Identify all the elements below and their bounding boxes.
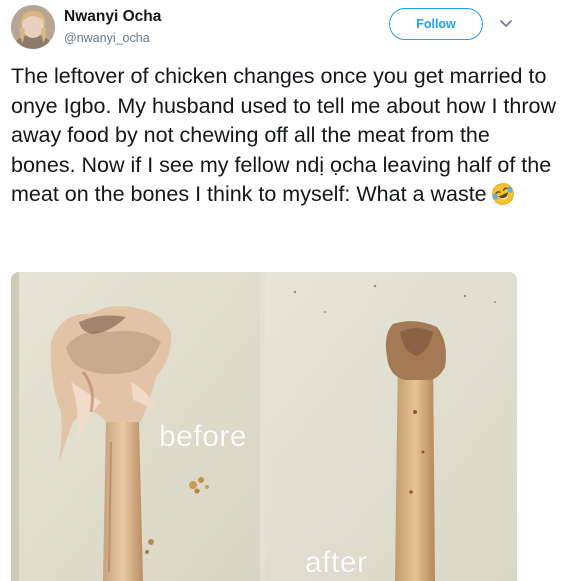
after-label: after	[305, 546, 368, 579]
avatar[interactable]	[11, 5, 55, 49]
follow-button[interactable]: Follow	[389, 8, 483, 40]
tweet-body: The leftover of chicken changes once you…	[11, 64, 556, 206]
display-name[interactable]: Nwanyi Ocha	[64, 8, 161, 26]
after-photo[interactable]: after	[265, 272, 517, 581]
tweet-text: The leftover of chicken changes once you…	[11, 62, 556, 215]
tweet-media[interactable]: before after	[11, 272, 517, 581]
before-label: before	[159, 420, 248, 453]
before-photo[interactable]: before	[11, 272, 260, 581]
rolling-on-the-floor-laughing-emoji-icon	[491, 182, 515, 215]
chevron-down-icon[interactable]	[498, 17, 514, 31]
user-handle[interactable]: @nwanyi_ocha	[64, 31, 150, 45]
tweet-card: Nwanyi Ocha @nwanyi_ocha Follow The left…	[0, 0, 572, 581]
